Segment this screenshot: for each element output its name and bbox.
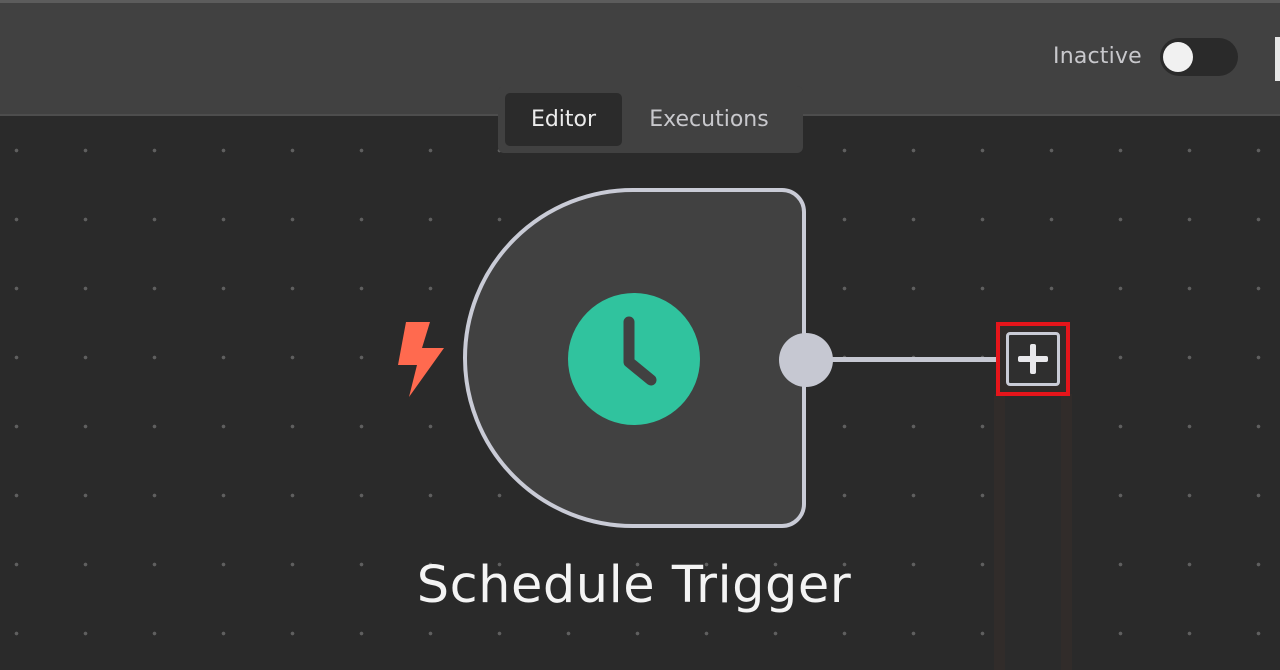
output-handle[interactable] [779,333,833,387]
tab-editor[interactable]: Editor [505,93,622,146]
add-node-button[interactable] [996,322,1070,396]
add-node-button-inner[interactable] [1006,332,1060,386]
plus-icon [1018,344,1048,374]
workflow-editor: Inactive Editor Executions Schedule Trig… [0,0,1280,670]
active-toggle[interactable] [1160,38,1238,76]
toggle-knob [1163,42,1193,72]
topbar-edge-button[interactable] [1275,37,1280,81]
active-status-label: Inactive [1053,44,1142,69]
tab-executions[interactable]: Executions [622,93,796,146]
clock-icon [568,293,700,425]
view-tabs: Editor Executions [498,86,803,153]
lightning-bolt-icon [398,322,444,397]
node-label: Schedule Trigger [416,556,852,615]
connector-line [830,357,998,362]
add-node-column-inner [1005,394,1061,670]
